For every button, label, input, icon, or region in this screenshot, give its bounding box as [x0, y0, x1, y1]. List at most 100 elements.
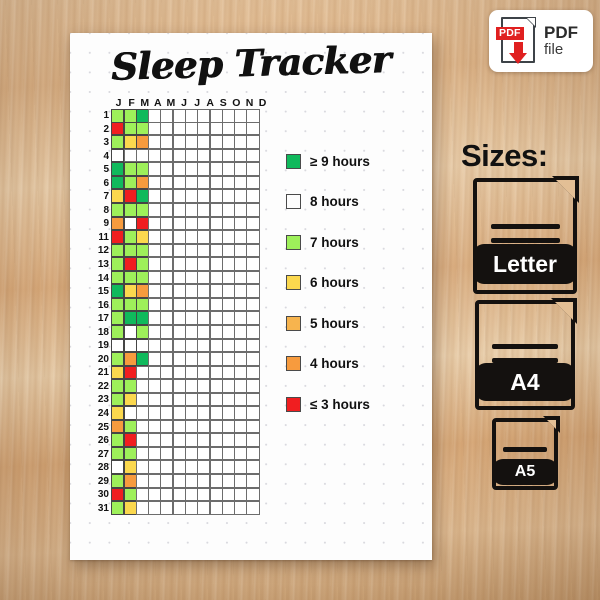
tracker-cell[interactable]	[209, 189, 223, 204]
tracker-cell[interactable]	[184, 406, 199, 420]
tracker-cell[interactable]	[172, 379, 186, 393]
tracker-cell[interactable]	[221, 379, 235, 393]
tracker-cell[interactable]	[234, 203, 248, 217]
tracker-cell[interactable]	[135, 352, 149, 366]
tracker-cell[interactable]	[197, 379, 211, 393]
tracker-cell[interactable]	[221, 121, 235, 136]
tracker-cell[interactable]	[221, 460, 235, 474]
tracker-cell[interactable]	[184, 148, 199, 163]
tracker-cell[interactable]	[135, 230, 149, 244]
tracker-cell[interactable]	[172, 392, 186, 407]
tracker-cell[interactable]	[184, 257, 199, 271]
tracker-cell[interactable]	[234, 501, 248, 515]
tracker-cell[interactable]	[148, 460, 162, 474]
tracker-cell[interactable]	[209, 109, 223, 123]
tracker-cell[interactable]	[160, 406, 174, 420]
tracker-cell[interactable]	[221, 297, 235, 312]
tracker-cell[interactable]	[172, 352, 186, 366]
tracker-cell[interactable]	[234, 419, 248, 434]
tracker-cell[interactable]	[246, 324, 260, 339]
tracker-cell[interactable]	[135, 148, 149, 163]
tracker-cell[interactable]	[160, 460, 174, 474]
tracker-cell[interactable]	[234, 406, 248, 420]
tracker-cell[interactable]	[123, 203, 137, 217]
tracker-cell[interactable]	[123, 230, 137, 244]
tracker-cell[interactable]	[135, 379, 149, 393]
tracker-cell[interactable]	[123, 216, 137, 231]
tracker-cell[interactable]	[135, 473, 149, 488]
tracker-cell[interactable]	[234, 365, 248, 380]
tracker-cell[interactable]	[197, 216, 211, 231]
tracker-cell[interactable]	[123, 324, 137, 339]
tracker-cell[interactable]	[221, 433, 235, 447]
tracker-cell[interactable]	[111, 135, 125, 149]
tracker-cell[interactable]	[209, 352, 223, 366]
tracker-cell[interactable]	[234, 338, 248, 353]
tracker-cell[interactable]	[172, 270, 186, 285]
tracker-cell[interactable]	[197, 162, 211, 176]
tracker-cell[interactable]	[209, 121, 223, 136]
tracker-cell[interactable]	[172, 243, 186, 258]
tracker-cell[interactable]	[221, 338, 235, 353]
tracker-cell[interactable]	[123, 487, 137, 502]
tracker-cell[interactable]	[234, 284, 248, 298]
tracker-cell[interactable]	[123, 135, 137, 149]
tracker-cell[interactable]	[111, 433, 125, 447]
tracker-cell[interactable]	[209, 487, 223, 502]
tracker-cell[interactable]	[209, 392, 223, 407]
tracker-cell[interactable]	[184, 365, 199, 380]
tracker-cell[interactable]	[184, 419, 199, 434]
tracker-cell[interactable]	[111, 270, 125, 285]
tracker-cell[interactable]	[209, 446, 223, 461]
tracker-cell[interactable]	[184, 379, 199, 393]
tracker-cell[interactable]	[184, 270, 199, 285]
size-option-letter[interactable]: Letter	[473, 176, 579, 294]
tracker-cell[interactable]	[221, 270, 235, 285]
tracker-cell[interactable]	[160, 216, 174, 231]
tracker-cell[interactable]	[160, 284, 174, 298]
tracker-cell[interactable]	[221, 189, 235, 204]
tracker-cell[interactable]	[234, 243, 248, 258]
tracker-cell[interactable]	[160, 419, 174, 434]
tracker-cell[interactable]	[209, 433, 223, 447]
tracker-cell[interactable]	[209, 270, 223, 285]
tracker-cell[interactable]	[123, 501, 137, 515]
tracker-cell[interactable]	[184, 216, 199, 231]
tracker-cell[interactable]	[135, 162, 149, 176]
tracker-cell[interactable]	[246, 230, 260, 244]
tracker-cell[interactable]	[221, 406, 235, 420]
tracker-cell[interactable]	[160, 230, 174, 244]
tracker-cell[interactable]	[221, 446, 235, 461]
tracker-cell[interactable]	[246, 338, 260, 353]
tracker-cell[interactable]	[148, 352, 162, 366]
tracker-cell[interactable]	[184, 203, 199, 217]
tracker-cell[interactable]	[135, 460, 149, 474]
tracker-cell[interactable]	[234, 216, 248, 231]
tracker-cell[interactable]	[135, 324, 149, 339]
tracker-cell[interactable]	[148, 473, 162, 488]
tracker-cell[interactable]	[234, 379, 248, 393]
tracker-cell[interactable]	[184, 433, 199, 447]
tracker-cell[interactable]	[221, 365, 235, 380]
tracker-cell[interactable]	[172, 433, 186, 447]
tracker-cell[interactable]	[148, 257, 162, 271]
tracker-cell[interactable]	[148, 433, 162, 447]
tracker-cell[interactable]	[148, 338, 162, 353]
tracker-cell[interactable]	[172, 203, 186, 217]
tracker-cell[interactable]	[172, 162, 186, 176]
tracker-cell[interactable]	[148, 243, 162, 258]
tracker-cell[interactable]	[160, 243, 174, 258]
tracker-cell[interactable]	[209, 460, 223, 474]
tracker-cell[interactable]	[246, 379, 260, 393]
tracker-cell[interactable]	[246, 109, 260, 123]
tracker-cell[interactable]	[160, 109, 174, 123]
tracker-cell[interactable]	[148, 284, 162, 298]
tracker-cell[interactable]	[160, 121, 174, 136]
tracker-cell[interactable]	[197, 419, 211, 434]
tracker-cell[interactable]	[246, 148, 260, 163]
tracker-cell[interactable]	[172, 121, 186, 136]
tracker-cell[interactable]	[111, 175, 125, 190]
tracker-cell[interactable]	[148, 135, 162, 149]
tracker-cell[interactable]	[160, 148, 174, 163]
tracker-cell[interactable]	[197, 148, 211, 163]
